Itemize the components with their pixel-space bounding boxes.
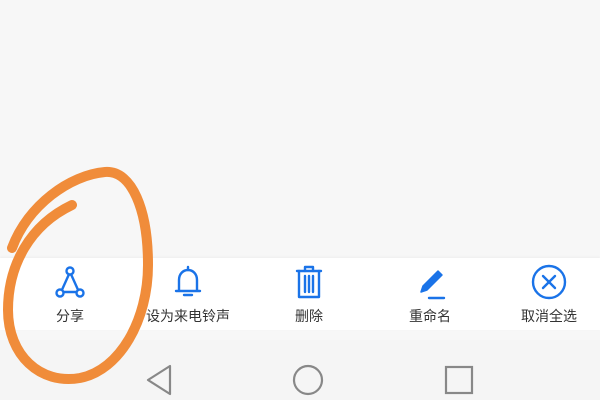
system-navigation-bar (0, 340, 600, 400)
pencil-icon (410, 262, 450, 302)
rename-label: 重命名 (409, 309, 451, 325)
home-button[interactable] (288, 360, 328, 400)
trash-icon (289, 262, 329, 302)
set-ringtone-button[interactable]: 设为来电铃声 (128, 258, 248, 330)
recents-square-icon (438, 360, 478, 400)
delete-label: 删除 (295, 309, 323, 325)
share-button[interactable]: 分享 (10, 258, 130, 330)
share-label: 分享 (56, 309, 84, 325)
share-icon (50, 262, 90, 302)
delete-button[interactable]: 删除 (249, 258, 369, 330)
recents-button[interactable] (438, 360, 478, 400)
deselect-all-label: 取消全选 (521, 309, 577, 325)
deselect-all-button[interactable]: 取消全选 (489, 258, 600, 330)
cancel-circle-icon (529, 262, 569, 302)
content-area (0, 0, 600, 258)
home-circle-icon (288, 360, 328, 400)
set-ringtone-label: 设为来电铃声 (146, 309, 230, 325)
back-button[interactable] (140, 360, 180, 400)
rename-button[interactable]: 重命名 (370, 258, 490, 330)
back-triangle-icon (140, 360, 180, 400)
bell-icon (168, 262, 208, 302)
action-bar: 分享 设为来电铃声 删除 重命名 取消全选 (0, 258, 600, 330)
